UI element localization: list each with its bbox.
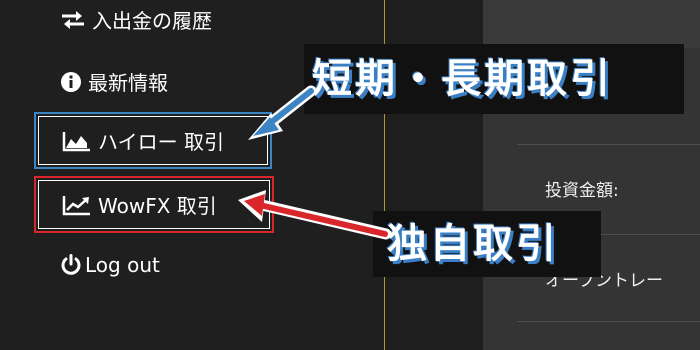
sidebar-item-wowfx-trade[interactable]: WowFX 取引 [34,176,274,233]
info-circle-icon [60,71,82,93]
sidebar-item-label: WowFX 取引 [98,194,217,218]
sidebar-item-label: 最新情報 [88,71,168,95]
line-chart-icon [62,194,92,216]
divider [517,321,700,322]
sidebar-item-news[interactable]: 最新情報 [60,67,168,96]
exchange-arrows-icon [60,9,86,31]
sidebar-item-logout[interactable]: Log out [60,253,160,277]
sidebar-item-deposit-history[interactable]: 入出金の履歴 [60,5,212,34]
divider [517,144,700,145]
area-chart-icon [62,130,92,152]
sidebar-item-label: 入出金の履歴 [92,9,212,33]
power-icon [60,254,82,276]
sidebar-item-label: ハイロー 取引 [98,130,224,154]
sidebar-item-label: Log out [85,253,160,277]
callout-original-trade: 独自取引 [373,211,601,277]
sidebar-item-highlow-trade[interactable]: ハイロー 取引 [34,112,272,169]
trade-panel-header [483,0,700,48]
callout-short-long-trade: 短期・長期取引 [304,44,684,114]
investment-amount-label: 投資金額: [545,181,619,201]
